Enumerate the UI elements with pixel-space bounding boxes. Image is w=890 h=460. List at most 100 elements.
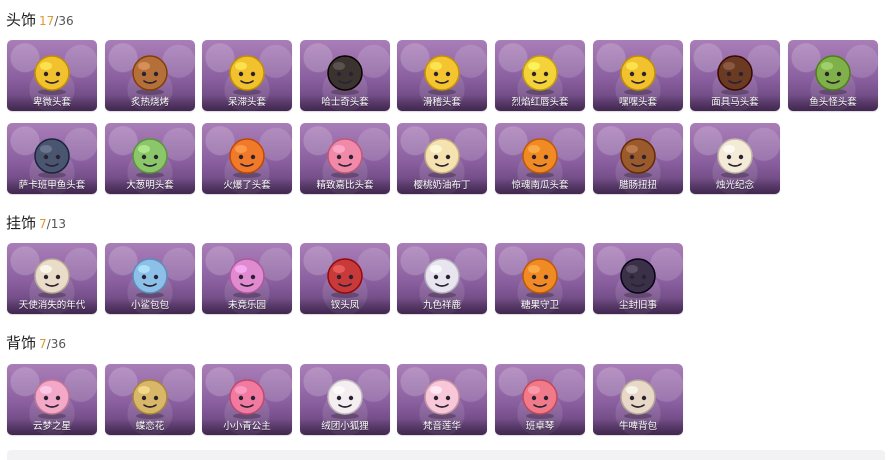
item-label: 九色祥鹿 xyxy=(397,298,487,314)
phoenix-crown-pendant-icon xyxy=(321,251,369,299)
grin-emoji-head-icon xyxy=(614,48,662,96)
flame-head-icon xyxy=(223,131,271,179)
item-label: 惊魂南瓜头套 xyxy=(495,178,585,194)
item-card[interactable]: 糖果守卫 xyxy=(495,243,585,314)
total-count: /36 xyxy=(54,14,74,28)
section-title-backpiece: 背饰 7/36 xyxy=(6,334,66,353)
nine-color-deer-pendant-icon xyxy=(418,251,466,299)
item-card[interactable]: 蝶恋花 xyxy=(105,364,195,435)
backpiece-grid: 云梦之星 蝶恋花 小小青公主 绒团小狐狸 梵音莲华 班卓琴 牛啤背包 xyxy=(7,364,887,436)
item-card[interactable]: 呆滞头套 xyxy=(202,40,292,111)
item-label: 萨卡班甲鱼头套 xyxy=(7,178,97,194)
item-card[interactable]: 尘封旧事 xyxy=(593,243,683,314)
item-card[interactable]: 牛啤背包 xyxy=(593,364,683,435)
item-card[interactable]: 钗头凤 xyxy=(300,243,390,314)
item-card[interactable]: 鱼头怪头套 xyxy=(788,40,878,111)
item-card[interactable]: 腊肠扭扭 xyxy=(593,123,683,194)
pumpkin-head-icon xyxy=(516,131,564,179)
section-name: 挂饰 xyxy=(6,214,37,232)
item-label: 绒团小狐狸 xyxy=(300,419,390,435)
item-label: 云梦之星 xyxy=(7,419,97,435)
item-card[interactable]: 嘿嘿头套 xyxy=(593,40,683,111)
item-card[interactable]: 惊魂南瓜头套 xyxy=(495,123,585,194)
item-card[interactable]: 烛光纪念 xyxy=(690,123,780,194)
item-label: 班卓琴 xyxy=(495,419,585,435)
item-label: 鱼头怪头套 xyxy=(788,95,878,111)
item-card[interactable]: 绒团小狐狸 xyxy=(300,364,390,435)
collection-count: 7/13 xyxy=(39,217,66,231)
carnival-doll-pendant-icon xyxy=(223,251,271,299)
owned-count: 7 xyxy=(39,217,47,231)
bottom-panel xyxy=(7,450,885,460)
owned-count: 17 xyxy=(39,14,55,28)
pink-pig-head-icon xyxy=(321,131,369,179)
item-label: 烛光纪念 xyxy=(690,178,780,194)
fluffy-fox-back-icon xyxy=(321,372,369,420)
item-card[interactable]: 未竟乐园 xyxy=(202,243,292,314)
item-card[interactable]: 卑微头套 xyxy=(7,40,97,111)
item-card[interactable]: 九色祥鹿 xyxy=(397,243,487,314)
item-label: 牛啤背包 xyxy=(593,419,683,435)
item-card[interactable]: 烈焰红唇头套 xyxy=(495,40,585,111)
unicorn-back-icon xyxy=(28,372,76,420)
item-label: 蝶恋花 xyxy=(105,419,195,435)
item-label: 呆滞头套 xyxy=(202,95,292,111)
section-name: 背饰 xyxy=(6,334,37,352)
lotus-back-icon xyxy=(418,372,466,420)
item-label: 炙热烧烤 xyxy=(105,95,195,111)
pikachu-head-icon xyxy=(516,48,564,96)
item-label: 小小青公主 xyxy=(202,419,292,435)
item-label: 卑微头套 xyxy=(7,95,97,111)
item-label: 钗头凤 xyxy=(300,298,390,314)
little-princess-back-icon xyxy=(223,372,271,420)
butterfly-flower-back-icon xyxy=(126,372,174,420)
husky-head-icon xyxy=(321,48,369,96)
shy-emoji-head-icon xyxy=(28,48,76,96)
item-label: 大葱明头套 xyxy=(105,178,195,194)
horse-head-icon xyxy=(711,48,759,96)
item-card[interactable]: 哈士奇头套 xyxy=(300,40,390,111)
total-count: /13 xyxy=(46,217,66,231)
item-label: 尘封旧事 xyxy=(593,298,683,314)
item-card[interactable]: 精致嘉比头套 xyxy=(300,123,390,194)
item-label: 天使消失的年代 xyxy=(7,298,97,314)
funny-emoji-head-icon xyxy=(418,48,466,96)
shark-bag-pendant-icon xyxy=(126,251,174,299)
item-card[interactable]: 面具马头套 xyxy=(690,40,780,111)
candle-head-icon xyxy=(711,131,759,179)
vintage-doll-pendant-icon xyxy=(614,251,662,299)
item-label: 嘿嘿头套 xyxy=(593,95,683,111)
item-card[interactable]: 火爆了头套 xyxy=(202,123,292,194)
owned-count: 7 xyxy=(39,337,47,351)
item-card[interactable]: 天使消失的年代 xyxy=(7,243,97,314)
item-card[interactable]: 樱桃奶油布丁 xyxy=(397,123,487,194)
sausage-dog-head-icon xyxy=(614,131,662,179)
fish-head-icon xyxy=(809,48,857,96)
item-card[interactable]: 班卓琴 xyxy=(495,364,585,435)
item-card[interactable]: 滑稽头套 xyxy=(397,40,487,111)
sacabambaspis-head-icon xyxy=(28,131,76,179)
section-title-pendant: 挂饰 7/13 xyxy=(6,214,66,233)
item-card[interactable]: 云梦之星 xyxy=(7,364,97,435)
item-label: 樱桃奶油布丁 xyxy=(397,178,487,194)
item-card[interactable]: 萨卡班甲鱼头套 xyxy=(7,123,97,194)
item-label: 滑稽头套 xyxy=(397,95,487,111)
item-card[interactable]: 梵音莲华 xyxy=(397,364,487,435)
item-card[interactable]: 大葱明头套 xyxy=(105,123,195,194)
item-label: 哈士奇头套 xyxy=(300,95,390,111)
item-label: 火爆了头套 xyxy=(202,178,292,194)
section-title-headwear: 头饰 17/36 xyxy=(6,11,74,30)
headwear-grid: 卑微头套 炙热烧烤 呆滞头套 哈士奇头套 滑稽头套 烈焰红唇头套 嘿嘿头套 面具马头套 鱼头怪头… xyxy=(7,40,887,194)
item-label: 烈焰红唇头套 xyxy=(495,95,585,111)
item-label: 面具马头套 xyxy=(690,95,780,111)
item-label: 腊肠扭扭 xyxy=(593,178,683,194)
item-card[interactable]: 小小青公主 xyxy=(202,364,292,435)
item-label: 梵音莲华 xyxy=(397,419,487,435)
pendant-grid: 天使消失的年代 小鲨包包 未竟乐园 钗头凤 九色祥鹿 糖果守卫 尘封旧事 xyxy=(7,243,887,315)
grill-head-icon xyxy=(126,48,174,96)
item-label: 精致嘉比头套 xyxy=(300,178,390,194)
dazed-emoji-head-icon xyxy=(223,48,271,96)
item-card[interactable]: 小鲨包包 xyxy=(105,243,195,314)
collection-count: 17/36 xyxy=(39,14,74,28)
item-card[interactable]: 炙热烧烤 xyxy=(105,40,195,111)
